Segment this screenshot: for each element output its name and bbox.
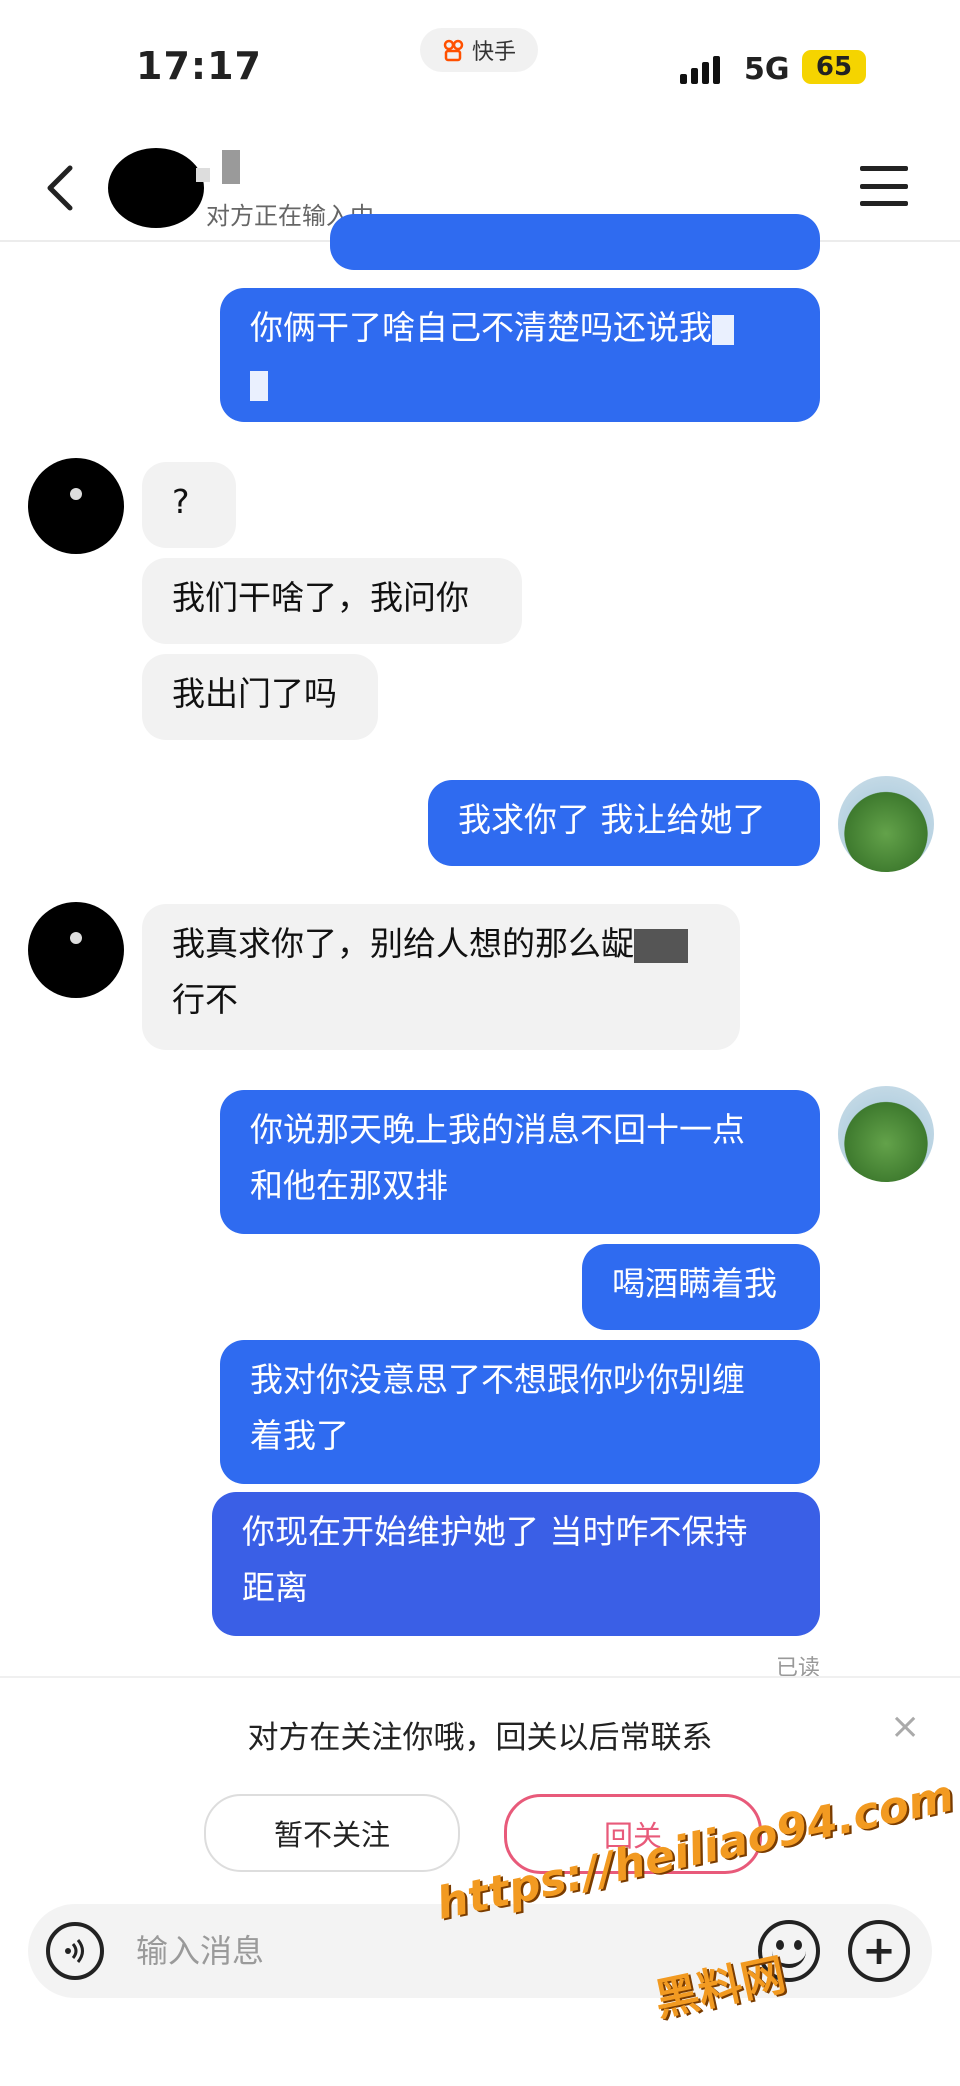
message-bubble-out[interactable]: 你现在开始维护她了 当时咋不保持 距离	[212, 1492, 820, 1636]
kuaishou-logo-icon	[443, 39, 464, 62]
contact-name-redacted	[222, 150, 240, 184]
app-indicator: 快手	[420, 28, 538, 72]
message-bubble-in[interactable]: 我出门了吗	[142, 654, 378, 740]
message-text: 喝酒瞒着我	[612, 1264, 777, 1303]
voice-wave-icon	[65, 1939, 84, 1963]
follow-prompt-panel	[0, 1676, 960, 1898]
message-bubble-out[interactable]: 喝酒瞒着我	[582, 1244, 820, 1330]
message-bubble-in[interactable]: ?	[142, 462, 236, 548]
menu-icon[interactable]	[860, 166, 908, 206]
battery-indicator: 65	[802, 50, 866, 84]
status-time: 17:17	[136, 44, 262, 88]
app-name: 快手	[471, 40, 516, 65]
message-text: 行不	[172, 980, 238, 1019]
my-avatar[interactable]	[838, 1086, 934, 1182]
voice-icon[interactable]	[46, 1922, 104, 1980]
follow-prompt-text: 对方在关注你哦，回关以后常联系	[247, 1720, 713, 1756]
contact-avatar[interactable]	[108, 148, 204, 228]
message-text: 你俩干了啥自己不清楚吗还说我	[250, 308, 712, 347]
back-icon[interactable]	[36, 158, 84, 218]
network-type: 5G	[744, 52, 790, 87]
message-bubble-cut	[330, 214, 820, 270]
message-text: 你说那天晚上我的消息不回十一点	[250, 1110, 745, 1149]
message-text: 和他在那双排	[250, 1166, 448, 1205]
message-bubble-out[interactable]: 你说那天晚上我的消息不回十一点 和他在那双排	[220, 1090, 820, 1234]
contact-avatar[interactable]	[28, 902, 124, 998]
message-text: 你现在开始维护她了 当时咋不保持	[242, 1512, 748, 1551]
skip-follow-button[interactable]: 暂不关注	[204, 1794, 460, 1872]
avatar-mark	[196, 168, 210, 182]
message-text: 我们干啥了，我问你	[172, 578, 469, 617]
plus-icon[interactable]: +	[848, 1920, 910, 1982]
message-text: 距离	[242, 1568, 308, 1607]
contact-avatar[interactable]	[28, 458, 124, 554]
message-bubble-out[interactable]: 你俩干了啥自己不清楚吗还说我	[220, 288, 820, 422]
message-bubble-in[interactable]: 我们干啥了，我问你	[142, 558, 522, 644]
redaction	[634, 928, 688, 963]
signal-icon	[680, 56, 720, 84]
message-text: 我对你没意思了不想跟你吵你别缠	[250, 1360, 745, 1399]
message-bubble-out[interactable]: 我对你没意思了不想跟你吵你别缠 着我了	[220, 1340, 820, 1484]
redaction	[250, 370, 268, 401]
message-text: 我出门了吗	[172, 674, 337, 713]
message-text: 着我了	[250, 1416, 349, 1455]
message-bubble-out[interactable]: 我求你了 我让给她了	[428, 780, 820, 866]
message-bubble-in[interactable]: 我真求你了，别给人想的那么龊 行不	[142, 904, 740, 1050]
message-text: 我真求你了，别给人想的那么龊	[172, 924, 634, 963]
message-input[interactable]	[134, 1922, 738, 1980]
close-icon[interactable]: ×	[890, 1706, 920, 1747]
redaction	[712, 314, 734, 345]
message-text: 我求你了 我让给她了	[458, 800, 766, 839]
message-text: ?	[172, 482, 190, 521]
my-avatar[interactable]	[838, 776, 934, 872]
